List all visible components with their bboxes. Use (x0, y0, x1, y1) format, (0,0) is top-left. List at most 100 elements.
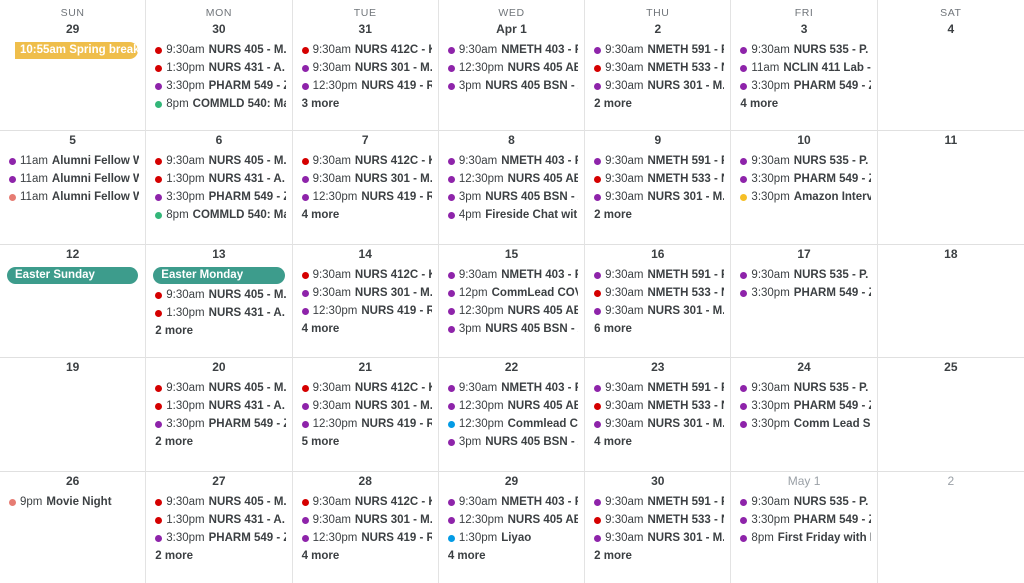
date-number[interactable]: 2 (587, 20, 728, 41)
date-number[interactable]: 10 (733, 131, 874, 152)
date-number[interactable]: 15 (441, 245, 582, 266)
day-cell[interactable]: 19 (0, 358, 147, 472)
date-number[interactable]: 29 (441, 472, 582, 493)
calendar-event[interactable]: 9:30am NURS 412C - K (299, 379, 432, 397)
calendar-event[interactable]: 9:30am NMETH 591 - F. (591, 493, 724, 511)
calendar-event[interactable]: 12:30pmNURS 405 ABS (445, 59, 578, 77)
calendar-event[interactable]: 9:30am NURS 301 - M. (299, 397, 432, 415)
calendar-event[interactable]: 9:30am NMETH 403 - R (445, 493, 578, 511)
calendar-event[interactable]: 9:30am NURS 301 - M. (299, 59, 432, 77)
date-number[interactable]: 7 (295, 131, 436, 152)
calendar-event[interactable]: 9:30am NMETH 591 - F. (591, 379, 724, 397)
calendar-event[interactable]: 9:30am NMETH 591 - F. (591, 266, 724, 284)
calendar-event[interactable]: 12:30pmNURS 405 ABS (445, 397, 578, 415)
more-events-link[interactable]: 2 more (591, 206, 724, 224)
date-number[interactable]: 11 (880, 131, 1022, 152)
date-number[interactable]: 27 (148, 472, 289, 493)
day-cell[interactable]: 249:30amNURS 535 - P. C3:30pmPHARM 549 -… (731, 358, 878, 472)
calendar-event[interactable]: 9:30am NURS 405 - M. (152, 152, 286, 170)
day-cell[interactable]: 511amAlumni Fellow Wc11amAlumni Fellow W… (0, 131, 147, 245)
day-cell[interactable]: 14 9:30am NURS 412C - K 9:30am NURS 301 - M.… (292, 245, 439, 358)
more-events-link[interactable]: 2 more (591, 95, 724, 113)
day-cell[interactable]: 179:30amNURS 535 - P. C3:30pmPHARM 549 -… (731, 245, 878, 358)
calendar-event[interactable]: 9:30am NURS 301 - M. (591, 415, 724, 433)
calendar-event[interactable]: 11amAlumni Fellow Wc (6, 152, 139, 170)
date-number[interactable]: 28 (295, 472, 436, 493)
calendar-event[interactable]: 12:30pmNURS 405 ABS (445, 302, 578, 320)
date-number[interactable]: 21 (295, 358, 436, 379)
calendar-event[interactable]: 9:30am NMETH 403 - R (445, 41, 578, 59)
more-events-link[interactable]: 4 more (737, 95, 870, 113)
calendar-event[interactable]: 3pm NURS 405 BSN - A (445, 77, 578, 95)
more-events-link[interactable]: 4 more (445, 547, 578, 565)
all-day-event-chip[interactable]: Easter Monday (153, 267, 285, 284)
calendar-event[interactable]: 8pm COMMLD 540: Ma (152, 95, 286, 113)
calendar-event[interactable]: 12:30pm NURS 419 - R. (299, 77, 432, 95)
day-cell[interactable]: 25 (877, 358, 1024, 472)
day-cell[interactable]: 18 (877, 245, 1024, 358)
day-cell[interactable]: 13 Easter Monday 9:30am NURS 405 - M. 1:30pm… (146, 245, 293, 358)
calendar-event[interactable]: 12:30pm NURS 419 - R. (299, 188, 432, 206)
calendar-event[interactable]: 1:30pm NURS 431 - A. (152, 59, 285, 77)
calendar-event[interactable]: 9:30am NMETH 403 - R (445, 266, 578, 284)
more-events-link[interactable]: 2 more (152, 547, 285, 565)
calendar-event[interactable]: 3:30pm Amazon Intervi (737, 188, 871, 206)
more-events-link[interactable]: 6 more (591, 320, 724, 338)
calendar-event[interactable]: 12:30pm NURS 419 - R. (299, 415, 432, 433)
calendar-event[interactable]: 9:30am NURS 412C - K (299, 152, 432, 170)
calendar-event[interactable]: 11am NCLIN 411 Lab - (737, 59, 871, 77)
calendar-event[interactable]: 9:30am NMETH 533 - N (591, 59, 724, 77)
day-cell[interactable]: TUE 31 9:30am NURS 412C - K 9:30am NURS 301 -… (292, 0, 439, 131)
calendar-event[interactable]: 12:30pm NURS 419 - R. (299, 302, 432, 320)
more-events-link[interactable]: 5 more (299, 433, 432, 451)
date-number[interactable]: 22 (441, 358, 582, 379)
date-number[interactable]: 3 (733, 20, 874, 41)
day-cell[interactable]: SAT 4 (877, 0, 1024, 131)
date-number[interactable]: 5 (2, 131, 143, 152)
calendar-event[interactable]: 3pm NURS 405 BSN - A (445, 188, 578, 206)
calendar-event[interactable]: 9:30am NURS 412C - K (299, 41, 432, 59)
day-cell[interactable]: 12 Easter Sunday (0, 245, 147, 358)
calendar-event[interactable]: 8pm COMMLD 540: Ma (152, 206, 286, 224)
date-number[interactable]: 9 (587, 131, 728, 152)
calendar-event[interactable]: 9:30am NURS 405 - M. (152, 493, 286, 511)
date-number[interactable]: 19 (2, 358, 143, 379)
calendar-event[interactable]: 1:30pm NURS 431 - A. (152, 397, 285, 415)
calendar-event[interactable]: 9:30am NURS 301 - M. (591, 77, 724, 95)
calendar-event[interactable]: 3pm NURS 405 BSN - A (445, 433, 578, 451)
calendar-event[interactable]: 9:30amNURS 535 - P. C (737, 266, 871, 284)
calendar-event[interactable]: 9:30am NURS 405 - M. (152, 379, 286, 397)
date-number[interactable]: Apr 1 (441, 20, 582, 41)
calendar-event[interactable]: 9:30am NMETH 533 - N (591, 284, 724, 302)
day-cell[interactable]: 9 9:30am NMETH 591 - F. 9:30am NMETH 533 - N… (585, 131, 732, 245)
day-cell[interactable]: WED Apr 1 9:30am NMETH 403 - R 12:30pm NURS 4… (438, 0, 586, 131)
calendar-event[interactable]: 3:30pm PHARM 549 - Z (737, 397, 871, 415)
date-number[interactable]: 17 (733, 245, 874, 266)
calendar-event[interactable]: 12:30pm Commlead C0 (445, 415, 578, 433)
day-cell[interactable]: 27 9:30am NURS 405 - M. 1:30pm NURS 431 - A.… (146, 472, 293, 583)
more-events-link[interactable]: 4 more (299, 320, 432, 338)
calendar-event[interactable]: 12:30pm NURS 419 - R. (299, 529, 432, 547)
date-number[interactable]: 30 (587, 472, 728, 493)
calendar-event[interactable]: 9:30amNURS 535 - P. C (737, 493, 871, 511)
day-cell[interactable]: 229:30amNMETH 403 - R12:30pmNURS 405 ABS… (438, 358, 586, 472)
day-cell[interactable]: 21 9:30am NURS 412C - K 9:30am NURS 301 - M.… (292, 358, 439, 472)
calendar-event[interactable]: 9:30am NURS 412C - K (299, 493, 432, 511)
day-cell[interactable]: 23 9:30am NMETH 591 - F. 9:30am NMETH 533 - … (585, 358, 732, 472)
date-number[interactable]: 14 (295, 245, 436, 266)
more-events-link[interactable]: 3 more (299, 95, 432, 113)
calendar-event[interactable]: 3:30pm PHARM 549 - Z (737, 170, 871, 188)
calendar-event[interactable]: 9:30am NURS 301 - M. (591, 188, 724, 206)
day-cell[interactable]: 28 9:30am NURS 412C - K 9:30am NURS 301 - M.… (292, 472, 439, 583)
calendar-event[interactable]: 4pm Fireside Chat with (445, 206, 578, 224)
calendar-event[interactable]: 9:30amNURS 535 - P. C (737, 152, 871, 170)
day-cell[interactable]: 26 9pm Movie Night (0, 472, 147, 583)
day-cell[interactable]: 20 9:30am NURS 405 - M. 1:30pm NURS 431 - A.… (146, 358, 293, 472)
calendar-event[interactable]: 9:30amNURS 535 - P. C (737, 41, 871, 59)
date-number[interactable]: 12 (2, 245, 143, 266)
calendar-event[interactable]: 9:30am NURS 301 - M. (299, 284, 432, 302)
calendar-event[interactable]: 3:30pm PHARM 549 - Z (737, 284, 871, 302)
day-cell[interactable]: 109:30amNURS 535 - P. C3:30pmPHARM 549 -… (731, 131, 878, 245)
all-day-event-chip[interactable]: 10:55am Spring break 🏊 (15, 42, 139, 59)
calendar-event[interactable]: 3:30pm PHARM 549 - Z (152, 529, 286, 547)
